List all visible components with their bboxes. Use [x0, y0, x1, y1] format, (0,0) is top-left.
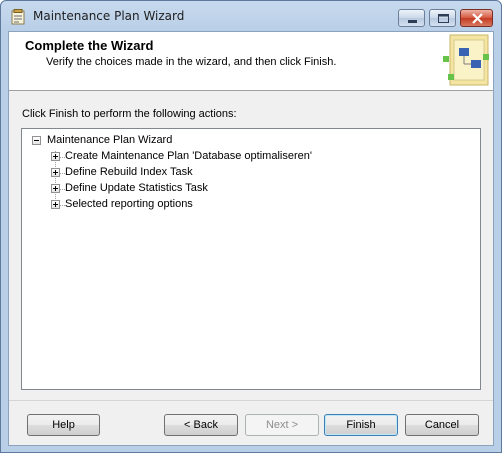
- wizard-client-area: Complete the Wizard Verify the choices m…: [8, 31, 494, 446]
- tree-item-label: Maintenance Plan Wizard: [47, 134, 173, 146]
- finish-button[interactable]: Finish: [324, 414, 398, 436]
- close-button[interactable]: [460, 9, 493, 27]
- help-button[interactable]: Help: [27, 414, 100, 436]
- footer-divider: [9, 400, 493, 401]
- expand-toggle-icon[interactable]: [51, 168, 60, 177]
- title-bar[interactable]: Maintenance Plan Wizard: [1, 1, 501, 31]
- window-title: Maintenance Plan Wizard: [33, 9, 185, 23]
- tree-item-label: Selected reporting options: [65, 198, 193, 210]
- expand-toggle-icon[interactable]: [51, 200, 60, 209]
- page-title: Complete the Wizard: [25, 38, 154, 53]
- maximize-button[interactable]: [429, 9, 456, 27]
- minimize-button[interactable]: [398, 9, 425, 27]
- back-button[interactable]: < Back: [164, 414, 238, 436]
- tree-item-label: Define Rebuild Index Task: [65, 166, 193, 178]
- tree-item-label: Create Maintenance Plan 'Database optima…: [65, 150, 312, 162]
- wizard-window: Maintenance Plan Wizard Complete the Wiz…: [0, 0, 502, 453]
- next-button[interactable]: Next >: [245, 414, 319, 436]
- wizard-banner-icon: [443, 34, 489, 86]
- wizard-header: Complete the Wizard Verify the choices m…: [9, 32, 493, 91]
- page-subtitle: Verify the choices made in the wizard, a…: [46, 56, 337, 68]
- app-icon: [11, 9, 25, 25]
- expand-toggle-icon[interactable]: [51, 152, 60, 161]
- actions-tree[interactable]: Maintenance Plan Wizard Create Maintenan…: [21, 128, 481, 390]
- close-icon: [472, 13, 483, 24]
- collapse-toggle-icon[interactable]: [32, 136, 41, 145]
- expand-toggle-icon[interactable]: [51, 184, 60, 193]
- cancel-button[interactable]: Cancel: [405, 414, 479, 436]
- maximize-icon: [438, 14, 449, 23]
- minimize-icon: [408, 20, 417, 23]
- instruction-text: Click Finish to perform the following ac…: [22, 108, 237, 120]
- tree-item-label: Define Update Statistics Task: [65, 182, 208, 194]
